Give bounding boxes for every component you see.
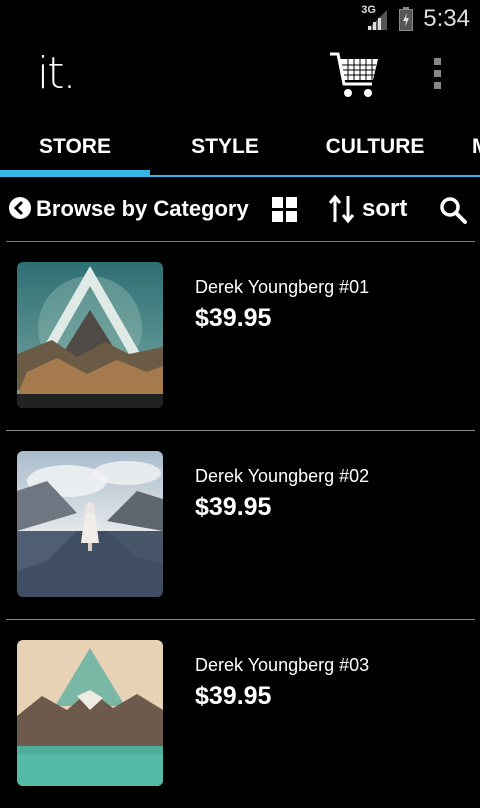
chevron-left-circle-icon[interactable] bbox=[8, 196, 32, 220]
sort-label: sort bbox=[362, 195, 408, 222]
tab-bar: STORE STYLE CULTURE M bbox=[0, 118, 480, 178]
network-indicator: 3G bbox=[361, 4, 389, 32]
tab-style[interactable]: STYLE bbox=[150, 118, 300, 176]
sort-arrows-icon bbox=[328, 194, 355, 224]
app-logo[interactable]: it. bbox=[37, 48, 76, 99]
product-list-item[interactable]: Derek Youngberg #03 $39.95 bbox=[0, 620, 480, 808]
sort-button[interactable]: sort bbox=[328, 193, 407, 225]
product-thumbnail bbox=[17, 262, 163, 408]
battery-icon bbox=[399, 7, 414, 31]
clock: 5:34 bbox=[423, 5, 470, 32]
product-title: Derek Youngberg #03 bbox=[195, 655, 370, 675]
product-title: Derek Youngberg #02 bbox=[195, 466, 370, 486]
product-price: $39.95 bbox=[195, 682, 272, 710]
product-title: Derek Youngberg #01 bbox=[195, 277, 370, 297]
browse-toolbar: Browse by Category sort bbox=[0, 180, 480, 242]
product-list-item[interactable]: Derek Youngberg #02 $39.95 bbox=[0, 431, 480, 619]
selected-tab-indicator bbox=[0, 170, 150, 177]
product-list-item[interactable]: Derek Youngberg #01 $39.95 bbox=[0, 242, 480, 430]
status-bar: 3G 5:34 bbox=[0, 0, 480, 38]
browse-category-label[interactable]: Browse by Category bbox=[36, 196, 249, 222]
product-thumbnail bbox=[17, 640, 163, 786]
product-price: $39.95 bbox=[195, 304, 272, 332]
product-thumbnail bbox=[17, 451, 163, 597]
tab-more[interactable]: M bbox=[460, 118, 480, 176]
tab-culture[interactable]: CULTURE bbox=[300, 118, 450, 176]
product-price: $39.95 bbox=[195, 493, 272, 521]
grid-icon[interactable] bbox=[272, 197, 298, 223]
overflow-menu-icon[interactable] bbox=[430, 56, 446, 92]
cart-icon[interactable] bbox=[328, 50, 380, 100]
tab-store[interactable]: STORE bbox=[0, 118, 150, 176]
signal-icon bbox=[367, 10, 388, 30]
search-icon[interactable] bbox=[438, 195, 468, 225]
action-bar: it. bbox=[0, 38, 480, 118]
